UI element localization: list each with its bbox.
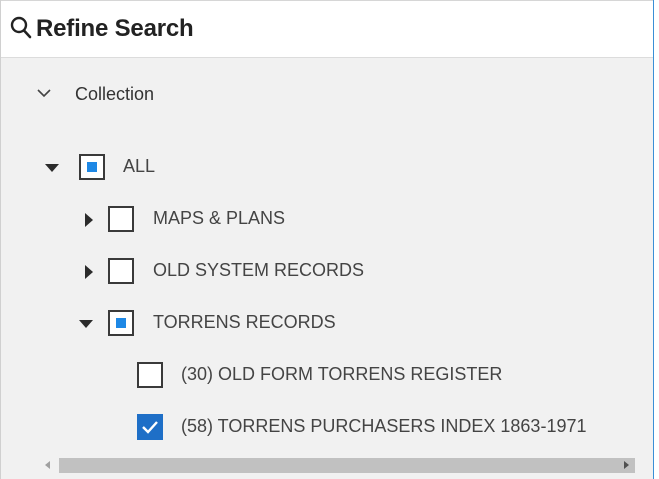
checkbox-maps-plans[interactable] <box>108 206 134 232</box>
refine-search-panel: Refine Search Collection ALL MAPS & PLAN… <box>0 0 654 479</box>
tree-viewport: Collection ALL MAPS & PLANS OLD SYSTEM R… <box>1 58 654 456</box>
caret-down-icon[interactable] <box>44 160 60 176</box>
checkbox-torrens-purchasers-index[interactable] <box>137 414 163 440</box>
checkbox-all[interactable] <box>79 154 105 180</box>
tree-item-label: OLD SYSTEM RECORDS <box>153 260 365 280</box>
tree-item-label: TORRENS RECORDS <box>153 312 336 332</box>
checkmark-icon <box>142 421 158 434</box>
search-icon <box>10 16 32 39</box>
panel-header: Refine Search <box>1 0 653 58</box>
caret-down-icon[interactable] <box>78 316 94 332</box>
chevron-down-icon <box>37 89 51 98</box>
scroll-left-icon[interactable] <box>43 460 53 470</box>
tree-item-label: MAPS & PLANS <box>153 208 286 228</box>
scroll-right-icon[interactable] <box>621 460 631 470</box>
scrollbar-thumb[interactable] <box>59 458 635 473</box>
tree-item-label: (30) OLD FORM TORRENS REGISTER <box>181 364 503 384</box>
horizontal-scrollbar[interactable] <box>37 456 640 475</box>
caret-right-icon[interactable] <box>81 264 97 280</box>
checkbox-old-system-records[interactable] <box>108 258 134 284</box>
caret-right-icon[interactable] <box>81 212 97 228</box>
tree-item-label: (58) TORRENS PURCHASERS INDEX 1863-1971 <box>181 416 587 436</box>
section-label: Collection <box>75 84 155 104</box>
checkbox-torrens-records[interactable] <box>108 310 134 336</box>
page-title: Refine Search <box>36 15 194 42</box>
tree-item-label: ALL <box>123 156 156 176</box>
checkbox-old-form-torrens-register[interactable] <box>137 362 163 388</box>
